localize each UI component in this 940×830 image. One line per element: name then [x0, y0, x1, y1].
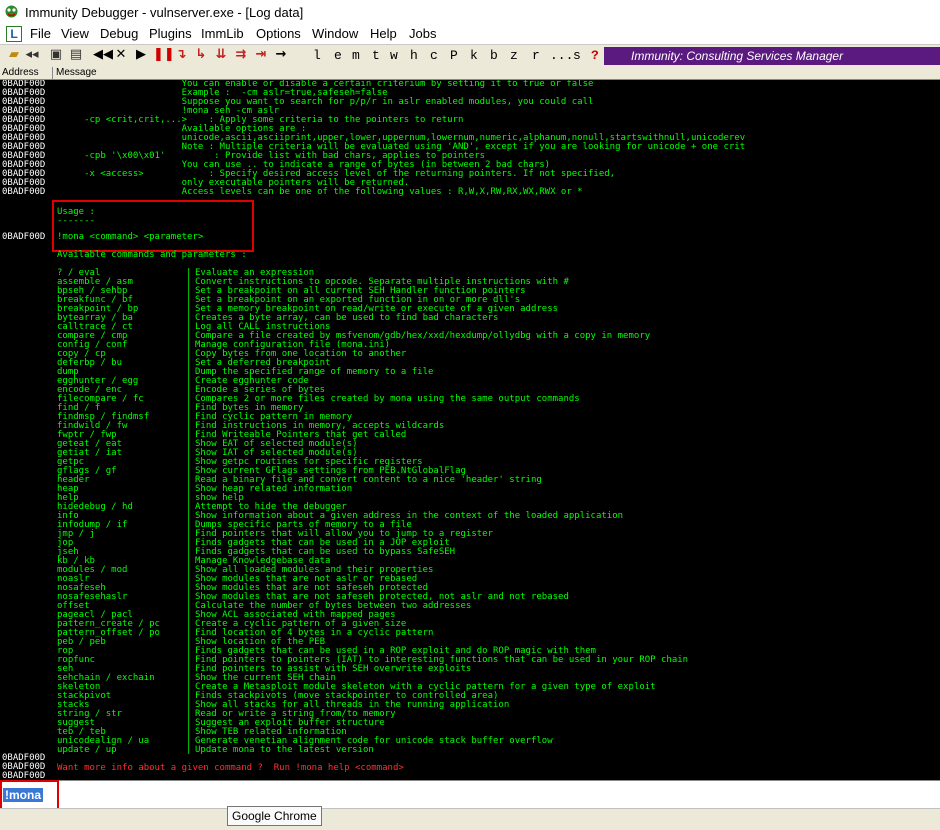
command-row: stacks | Show all stacks for all threads i…: [0, 701, 940, 710]
command-row: findwild / fw | Find instructions in memor…: [0, 422, 940, 431]
close-program-icon[interactable]: ▣: [48, 47, 64, 63]
command-row: compare / cmp | Compare a file created by …: [0, 332, 940, 341]
menu-jobs[interactable]: Jobs: [409, 26, 436, 41]
toolbar-patches-button[interactable]: P: [450, 48, 458, 63]
command-row: modules / mod | Show all loaded modules an…: [0, 566, 940, 575]
toolbar-call-stack-button[interactable]: k: [470, 48, 478, 63]
command-row: kb / kb | Manage Knowledgebase data: [0, 557, 940, 566]
stop-icon[interactable]: ✕: [113, 47, 129, 63]
usage-highlight-box: [52, 200, 254, 252]
toolbar-windows-button[interactable]: w: [390, 48, 398, 63]
log-data-pane[interactable]: 0BADF00D You can enable or disable a cer…: [0, 80, 940, 780]
run-icon[interactable]: ▶: [133, 47, 149, 63]
toolbar-memory-map-button[interactable]: m: [352, 48, 360, 63]
menu-immlib[interactable]: ImmLib: [201, 26, 244, 41]
menu-bar: L File View Debug Plugins ImmLib Options…: [0, 24, 940, 44]
toolbar-source-button[interactable]: s: [573, 48, 581, 63]
menu-window[interactable]: Window: [312, 26, 358, 41]
command-row: egghunter / egg | Create egghunter code: [0, 377, 940, 386]
toolbar: ▰ ◂◂ ▣ ▤ ◀◀ ✕ ▶ ❚❚ ↴ ↳ ⇊ ⇉ ⇥ → l e m t w…: [0, 44, 940, 68]
log-window-icon[interactable]: L: [6, 26, 22, 42]
command-row: geteat / eat | Show EAT of selected module…: [0, 440, 940, 449]
log-row: 0BADF00D: [0, 754, 940, 763]
go-to-icon[interactable]: →: [273, 47, 289, 63]
command-row: help | show help: [0, 494, 940, 503]
command-row: jseh | Finds gadgets that can be used to b…: [0, 548, 940, 557]
step-into-icon[interactable]: ↴: [173, 47, 189, 63]
command-row: jmp / j | Find pointers that will allow yo…: [0, 530, 940, 539]
execute-till-return-icon[interactable]: ⇥: [253, 47, 269, 63]
command-row: findmsp / findmsf | Find cyclic pattern in…: [0, 413, 940, 422]
command-row: header | Read a binary file and convert co…: [0, 476, 940, 485]
command-row: string / str | Read or write a string from…: [0, 710, 940, 719]
toolbar-run-trace-button[interactable]: ...: [550, 48, 573, 63]
command-row: copy / cp | Copy bytes from one location t…: [0, 350, 940, 359]
command-row: heap | Show heap related information: [0, 485, 940, 494]
log-row: 0BADF00D: [0, 771, 940, 781]
command-row: noaslr | Show modules that are not aslr or…: [0, 575, 940, 584]
command-row: config / conf | Manage configuration file …: [0, 341, 940, 350]
open-folder-icon[interactable]: ▰: [6, 47, 22, 63]
status-bar: [0, 808, 940, 830]
window-title: Immunity Debugger - vulnserver.exe - [Lo…: [25, 5, 304, 20]
immunity-debugger-icon: [5, 5, 18, 18]
pause-icon[interactable]: ❚❚: [153, 47, 175, 63]
command-row: getpc | Show getpc routines for specific r…: [0, 458, 940, 467]
command-row: jop | Finds gadgets that can be used in a …: [0, 539, 940, 548]
attach-icon[interactable]: ▤: [68, 47, 84, 63]
toolbar-z-button[interactable]: z: [510, 48, 518, 63]
command-row: bytearray / ba | Creates a byte array, can…: [0, 314, 940, 323]
step-over-icon[interactable]: ↳: [193, 47, 209, 63]
menu-file[interactable]: File: [30, 26, 51, 41]
restart-icon[interactable]: ◂◂: [24, 47, 40, 63]
command-row: dump | Dump the specified range of memory …: [0, 368, 940, 377]
title-bar: Immunity Debugger - vulnserver.exe - [Lo…: [0, 0, 940, 25]
toolbar-handles-button[interactable]: h: [410, 48, 418, 63]
trace-into-icon[interactable]: ⇊: [213, 47, 229, 63]
toolbar-cpu-button[interactable]: c: [430, 48, 438, 63]
log-row: 0BADF00D Access levels can be one of the…: [0, 188, 940, 197]
toolbar-help-button[interactable]: ?: [591, 48, 599, 63]
command-row: unicodealign / ua | Generate venetian alig…: [0, 737, 940, 746]
log-message: Access levels can be one of the followin…: [57, 187, 583, 197]
command-row: pattern_offset / po | Find location of 4 b…: [0, 629, 940, 638]
menu-debug[interactable]: Debug: [100, 26, 138, 41]
menu-options[interactable]: Options: [256, 26, 301, 41]
command-row: offset | Calculate the number of bytes bet…: [0, 602, 940, 611]
column-header: Address Message: [0, 67, 940, 80]
command-row: getiat / iat | Show IAT of selected module…: [0, 449, 940, 458]
log-row: Want more info about a given command ? R…: [0, 764, 940, 773]
menu-plugins[interactable]: Plugins: [149, 26, 192, 41]
consulting-banner[interactable]: Immunity: Consulting Services Manager: [604, 47, 940, 65]
taskbar-tooltip: Google Chrome: [227, 806, 322, 826]
log-address: 0BADF00D: [2, 187, 46, 197]
log-address: 0BADF00D: [2, 232, 46, 242]
command-row: info | Show information about a given addr…: [0, 512, 940, 521]
address-column-header[interactable]: Address: [2, 67, 53, 79]
more-info-message: Want more info about a given command ? R…: [57, 763, 404, 773]
rewind-icon[interactable]: ◀◀: [93, 47, 113, 63]
command-row: filecompare / fc | Compares 2 or more file…: [0, 395, 940, 404]
toolbar-executable-modules-button[interactable]: e: [334, 48, 342, 63]
menu-help[interactable]: Help: [370, 26, 397, 41]
message-column-header[interactable]: Message: [56, 67, 97, 78]
log-address: 0BADF00D: [2, 771, 46, 781]
toolbar-breakpoints-button[interactable]: b: [490, 48, 498, 63]
command-row: fwptr / fwp | Find Writeable Pointers that…: [0, 431, 940, 440]
command-row: deferbp / bu | Set a deferred breakpoint: [0, 359, 940, 368]
log-row: Available commands and parameters :: [0, 251, 940, 260]
available-commands-label: Available commands and parameters :: [57, 250, 247, 260]
command-row: suggest | Suggest an exploit buffer struct…: [0, 719, 940, 728]
toolbar-threads-button[interactable]: t: [372, 48, 380, 63]
toolbar-references-button[interactable]: r: [532, 48, 540, 63]
command-bar[interactable]: !mona: [0, 780, 940, 809]
trace-over-icon[interactable]: ⇉: [233, 47, 249, 63]
toolbar-log-button[interactable]: l: [313, 48, 321, 63]
menu-view[interactable]: View: [61, 26, 89, 41]
